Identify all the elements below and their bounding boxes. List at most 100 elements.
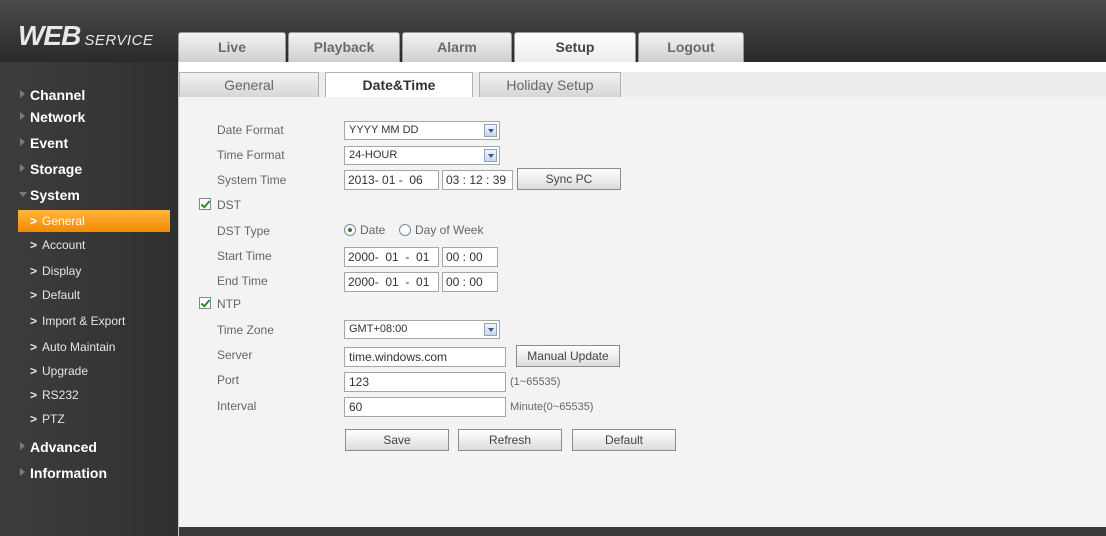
end-time-field[interactable]: 00 : 00 <box>442 272 498 292</box>
sidebar-item-label: System <box>30 187 80 203</box>
dst-type-week-radio[interactable] <box>399 224 411 236</box>
bottom-frame <box>179 527 1106 536</box>
interval-range-hint: Minute(0~65535) <box>510 401 594 413</box>
tab-holiday-setup[interactable]: Holiday Setup <box>479 72 621 97</box>
sidebar-subitem-default[interactable]: > Default <box>18 284 170 306</box>
sidebar-subitem-label: RS232 <box>42 388 79 402</box>
collapsed-arrow-icon <box>20 164 25 172</box>
sidebar-item-label: Channel <box>30 87 86 103</box>
date-format-label: Date Format <box>217 123 284 137</box>
sidebar-subitem-auto-maintain[interactable]: > Auto Maintain <box>18 336 170 358</box>
logo: WEB SERVICE <box>18 20 153 52</box>
sidebar-item-system[interactable]: System <box>0 184 178 206</box>
tab-date-time[interactable]: Date&Time <box>325 72 473 98</box>
sidebar-subitem-display[interactable]: > Display <box>18 260 170 282</box>
sidebar-subitem-label: General <box>42 214 85 228</box>
sidebar-item-label: Event <box>30 135 69 151</box>
tab-setup[interactable]: Setup <box>514 32 636 62</box>
content-panel: General Date&Time Holiday Setup Date For… <box>178 62 1106 536</box>
start-time-label: Start Time <box>217 249 272 263</box>
date-format-value: YYYY MM DD <box>349 124 419 136</box>
chevron-down-icon <box>484 149 497 162</box>
sidebar-item-network[interactable]: Network <box>0 106 178 128</box>
expanded-arrow-icon <box>19 192 27 197</box>
interval-input[interactable]: 60 <box>344 397 506 417</box>
default-button[interactable]: Default <box>572 429 676 451</box>
port-label: Port <box>217 373 240 387</box>
manual-update-button[interactable]: Manual Update <box>516 345 620 367</box>
sidebar-subitem-label: Display <box>42 264 82 278</box>
tab-logout[interactable]: Logout <box>638 32 744 62</box>
dst-type-label: DST Type <box>217 224 270 238</box>
top-bar: WEB SERVICE Live Playback Alarm Setup Log… <box>0 0 1106 62</box>
start-time-field[interactable]: 00 : 00 <box>442 247 498 267</box>
date-format-select[interactable]: YYYY MM DD <box>344 121 500 140</box>
sidebar-item-event[interactable]: Event <box>0 132 178 154</box>
start-date-field[interactable]: 2000- 01 - 01 <box>344 247 439 267</box>
server-label: Server <box>217 348 253 362</box>
time-zone-label: Time Zone <box>217 323 274 337</box>
time-format-value: 24-HOUR <box>349 149 398 161</box>
sidebar-item-advanced[interactable]: Advanced <box>0 436 178 458</box>
chevron-right-icon: > <box>30 314 38 328</box>
sidebar-subitem-account[interactable]: > Account <box>18 234 170 256</box>
chevron-right-icon: > <box>30 340 38 354</box>
time-format-select[interactable]: 24-HOUR <box>344 146 500 165</box>
time-format-label: Time Format <box>217 148 285 162</box>
sidebar-subitem-upgrade[interactable]: > Upgrade <box>18 360 170 382</box>
date-time-form: Date Format YYYY MM DD Time Format 24-HO… <box>179 97 1106 527</box>
sidebar-subitem-label: Import & Export <box>42 314 126 328</box>
sidebar-item-label: Advanced <box>30 439 97 455</box>
system-time-label: System Time <box>217 173 287 187</box>
sidebar-subitem-label: Account <box>42 238 86 252</box>
system-date-field[interactable]: 2013- 01 - 06 <box>344 170 439 190</box>
sidebar-subitem-import-export[interactable]: > Import & Export <box>18 310 170 332</box>
sidebar-subitem-general[interactable]: > General <box>18 210 170 232</box>
sidebar-subitem-ptz[interactable]: > PTZ <box>18 408 170 430</box>
ntp-checkbox[interactable] <box>199 297 211 309</box>
sidebar-subitem-label: Upgrade <box>42 364 89 378</box>
chevron-right-icon: > <box>30 388 38 402</box>
sidebar-subitem-label: Auto Maintain <box>42 340 116 354</box>
main-tabs: Live Playback Alarm Setup Logout <box>178 32 746 62</box>
sidebar-item-label: Network <box>30 109 86 125</box>
save-button[interactable]: Save <box>345 429 449 451</box>
end-date-field[interactable]: 2000- 01 - 01 <box>344 272 439 292</box>
logo-bold: WEB <box>18 20 81 51</box>
server-input[interactable]: time.windows.com <box>344 347 506 367</box>
port-range-hint: (1~65535) <box>510 376 561 388</box>
sidebar-item-channel[interactable]: Channel <box>0 84 178 106</box>
logo-light: SERVICE <box>84 32 154 49</box>
dst-label: DST <box>217 198 241 212</box>
time-zone-select[interactable]: GMT+08:00 <box>344 320 500 339</box>
sidebar-item-information[interactable]: Information <box>0 462 178 484</box>
collapsed-arrow-icon <box>20 138 25 146</box>
chevron-down-icon <box>484 323 497 336</box>
chevron-right-icon: > <box>30 264 38 278</box>
tab-alarm[interactable]: Alarm <box>402 32 512 62</box>
sidebar-subitem-label: Default <box>42 288 81 302</box>
collapsed-arrow-icon <box>20 468 25 476</box>
dst-checkbox[interactable] <box>199 198 211 210</box>
chevron-right-icon: > <box>30 288 38 302</box>
sync-pc-button[interactable]: Sync PC <box>517 168 621 190</box>
collapsed-arrow-icon <box>20 112 25 120</box>
tab-playback[interactable]: Playback <box>288 32 400 62</box>
system-time-field[interactable]: 03 : 12 : 39 <box>442 170 513 190</box>
tab-general[interactable]: General <box>179 72 319 97</box>
chevron-down-icon <box>484 124 497 137</box>
tab-live[interactable]: Live <box>178 32 286 62</box>
collapsed-arrow-icon <box>20 90 25 98</box>
sidebar-subitem-rs232[interactable]: > RS232 <box>18 384 170 406</box>
dst-type-date-label: Date <box>360 223 386 237</box>
chevron-right-icon: > <box>30 238 38 252</box>
dst-type-date-radio[interactable] <box>344 224 356 236</box>
ntp-label: NTP <box>217 297 241 311</box>
chevron-right-icon: > <box>30 214 38 228</box>
port-input[interactable]: 123 <box>344 372 506 392</box>
sidebar-item-label: Storage <box>30 161 83 177</box>
time-zone-value: GMT+08:00 <box>349 323 408 335</box>
sidebar-item-storage[interactable]: Storage <box>0 158 178 180</box>
sidebar-subitem-label: PTZ <box>42 412 65 426</box>
refresh-button[interactable]: Refresh <box>458 429 562 451</box>
